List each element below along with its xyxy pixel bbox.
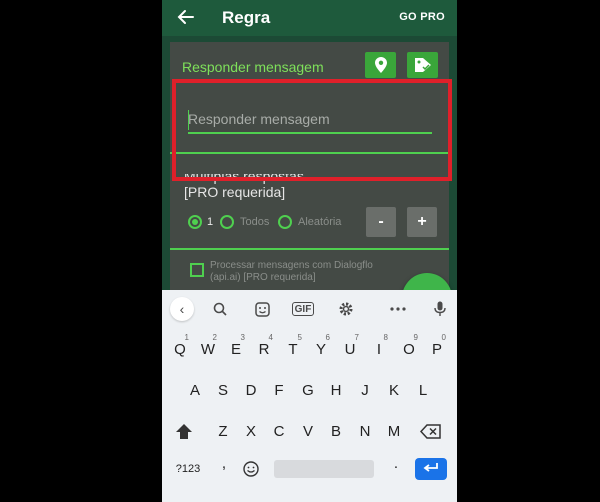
enter-icon: [423, 463, 438, 472]
key-w[interactable]: W2: [196, 332, 220, 366]
symbols-key[interactable]: ?123: [170, 452, 206, 486]
dialogflow-checkbox[interactable]: [190, 263, 204, 277]
increment-button[interactable]: +: [407, 207, 437, 237]
key-s[interactable]: S: [211, 373, 235, 407]
shift-key[interactable]: [172, 414, 196, 448]
radio-one[interactable]: [188, 215, 202, 229]
dialogflow-label-line2: (api.ai) [PRO requerida]: [210, 272, 316, 283]
backspace-icon: [420, 423, 441, 439]
key-z[interactable]: Z: [211, 414, 235, 448]
app-bar: Regra GO PRO: [162, 0, 457, 36]
key-g[interactable]: G: [296, 373, 320, 407]
key-i[interactable]: I8: [367, 332, 391, 366]
key-comma[interactable]: ,: [212, 446, 236, 480]
key-a[interactable]: A: [183, 373, 207, 407]
radio-all[interactable]: [220, 215, 234, 229]
keyboard: ‹ GIF Q1 W2 E3 R4 T5 Y6 U7 I8 O9 P0 A S …: [162, 290, 457, 502]
reply-section-title: Responder mensagem: [182, 59, 324, 75]
radio-random-label: Aleatória: [298, 216, 342, 228]
emoji-key[interactable]: [239, 452, 263, 486]
key-d[interactable]: D: [239, 373, 263, 407]
radio-one-label: 1: [207, 216, 214, 228]
page-title: Regra: [222, 8, 271, 27]
dialogflow-label-line1: Processar mensagens com Dialogflo: [210, 260, 373, 271]
key-l[interactable]: L: [411, 373, 435, 407]
enter-key[interactable]: [415, 458, 447, 480]
radio-random[interactable]: [278, 215, 292, 229]
gear-icon[interactable]: [336, 299, 356, 319]
dialogflow-label: Processar mensagens com Dialogflo (api.a…: [210, 260, 410, 284]
go-pro-button[interactable]: GO PRO: [399, 11, 445, 23]
radio-all-label: Todos: [240, 216, 270, 228]
key-p[interactable]: P0: [425, 332, 449, 366]
tag-icon: [414, 58, 431, 72]
key-y[interactable]: Y6: [309, 332, 333, 366]
search-icon[interactable]: [210, 299, 230, 319]
pro-required-label: [PRO requerida]: [184, 184, 286, 200]
key-q[interactable]: Q1: [168, 332, 192, 366]
decrement-button[interactable]: -: [366, 207, 396, 237]
key-u[interactable]: U7: [338, 332, 362, 366]
space-key[interactable]: [274, 460, 374, 478]
gif-button[interactable]: GIF: [292, 302, 314, 316]
key-x[interactable]: X: [239, 414, 263, 448]
key-period[interactable]: .: [384, 446, 408, 480]
key-n[interactable]: N: [353, 414, 377, 448]
key-m[interactable]: M: [382, 414, 406, 448]
keyboard-collapse-icon[interactable]: ‹: [170, 297, 194, 321]
key-t[interactable]: T5: [281, 332, 305, 366]
highlight-box: [172, 79, 452, 181]
key-k[interactable]: K: [382, 373, 406, 407]
emoji-icon: [243, 461, 259, 477]
sticker-icon[interactable]: [252, 299, 272, 319]
location-pin-icon: [374, 57, 387, 73]
microphone-icon[interactable]: [430, 299, 450, 319]
key-o[interactable]: O9: [397, 332, 421, 366]
key-j[interactable]: J: [353, 373, 377, 407]
key-b[interactable]: B: [324, 414, 348, 448]
key-h[interactable]: H: [324, 373, 348, 407]
shift-icon: [176, 423, 192, 439]
key-f[interactable]: F: [267, 373, 291, 407]
more-icon[interactable]: [388, 299, 408, 319]
location-button[interactable]: [365, 52, 396, 78]
key-v[interactable]: V: [296, 414, 320, 448]
keyboard-toolbar: ‹ GIF: [162, 290, 457, 328]
key-e[interactable]: E3: [224, 332, 248, 366]
back-arrow-icon[interactable]: [176, 7, 196, 27]
backspace-key[interactable]: [419, 414, 443, 448]
key-c[interactable]: C: [267, 414, 291, 448]
key-r[interactable]: R4: [252, 332, 276, 366]
tag-button[interactable]: [407, 52, 438, 78]
section-divider-2: [170, 248, 449, 250]
